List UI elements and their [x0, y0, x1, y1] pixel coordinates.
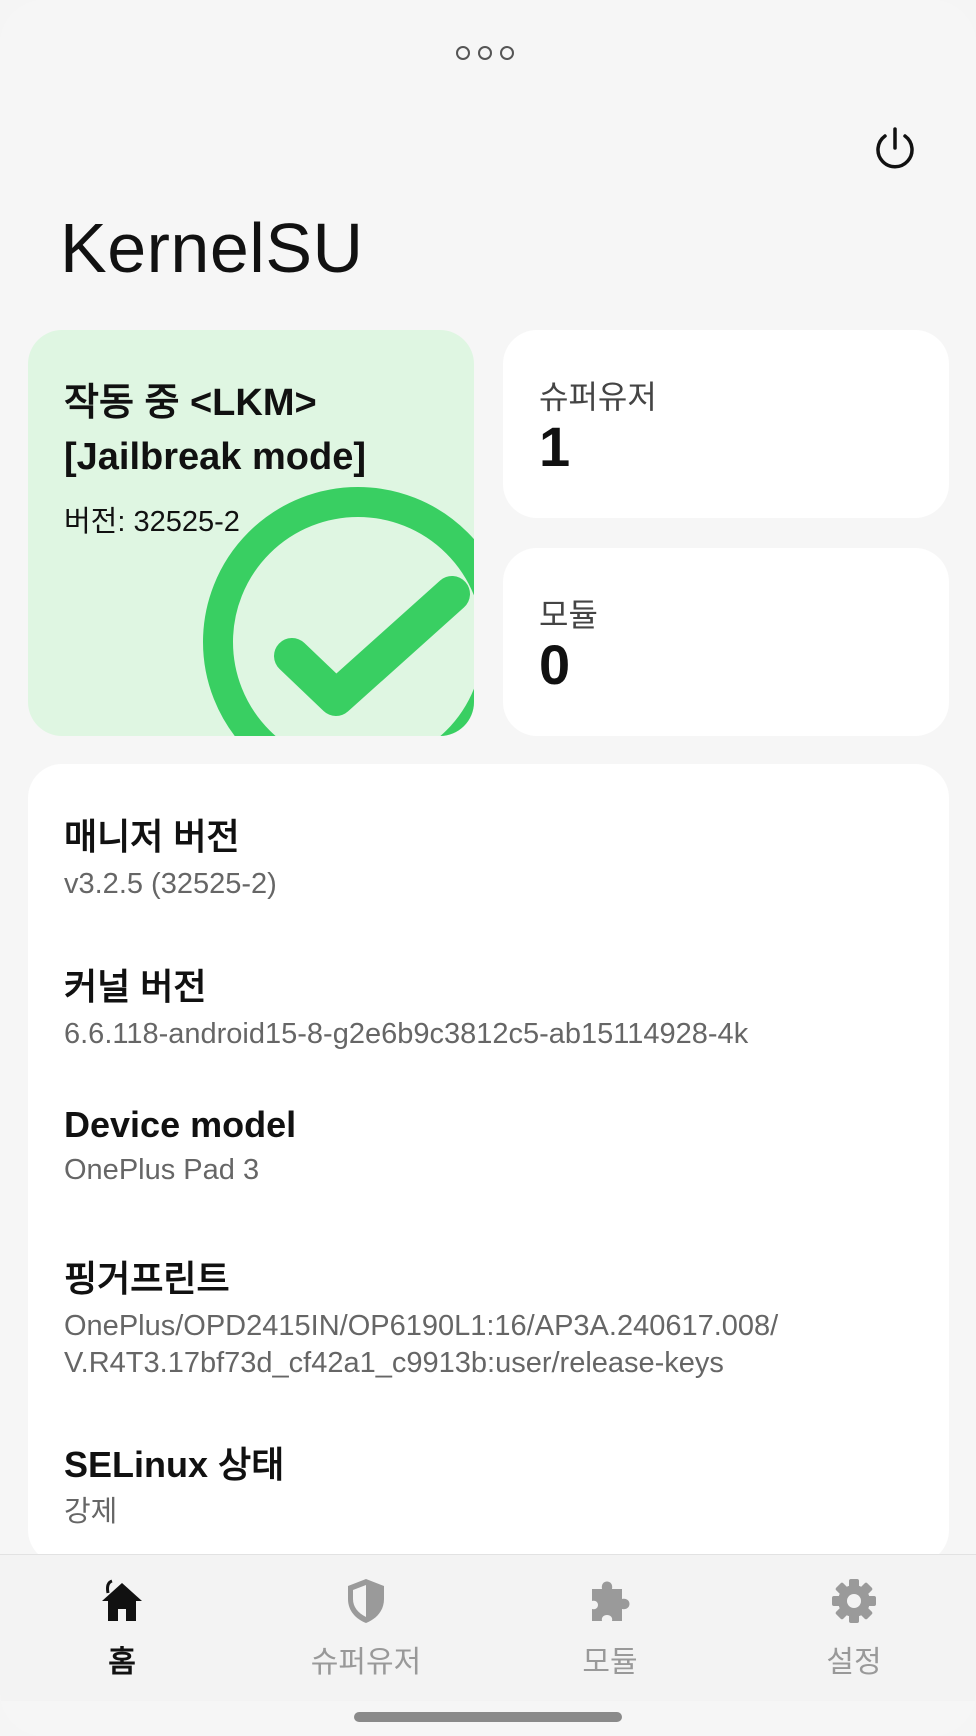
nav-home[interactable]: 홈 [22, 1555, 222, 1701]
kernel-version-label: 커널 버전 [64, 966, 207, 1007]
status-card[interactable]: 작동 중 <LKM> [Jailbreak mode] 버전: 32525-2 [28, 330, 474, 736]
home-indicator[interactable] [354, 1712, 622, 1722]
fingerprint-value: OnePlus/OPD2415IN/OP6190L1:16/AP3A.24061… [64, 1310, 779, 1379]
nav-home-label: 홈 [108, 1646, 136, 1679]
superuser-count: 1 [539, 415, 571, 478]
kernel-version-value: 6.6.118-android15-8-g2e6b9c3812c5-ab1511… [64, 1018, 749, 1050]
gear-icon [832, 1579, 876, 1623]
nav-module-label: 모듈 [582, 1646, 638, 1679]
power-icon[interactable] [870, 124, 920, 174]
shield-icon [348, 1579, 384, 1623]
home-icon [102, 1579, 142, 1621]
device-model-value: OnePlus Pad 3 [64, 1154, 260, 1186]
manager-version-item: 매니저 버전 v3.2.5 (32525-2) [64, 808, 277, 903]
nav-settings-label: 설정 [826, 1646, 882, 1679]
fingerprint-label: 핑거프린트 [64, 1258, 230, 1299]
kernel-version-item: 커널 버전 6.6.118-android15-8-g2e6b9c3812c5-… [64, 958, 748, 1053]
superuser-label: 슈퍼유저 [539, 379, 657, 415]
manager-version-label: 매니저 버전 [64, 816, 240, 857]
nav-superuser[interactable]: 슈퍼유저 [266, 1555, 466, 1701]
module-count: 0 [539, 633, 571, 696]
selinux-value: 강제 [64, 1496, 118, 1528]
app-title: KernelSU [60, 209, 364, 287]
puzzle-icon [592, 1581, 630, 1621]
selinux-item: SELinux 상태 강제 [64, 1436, 284, 1531]
selinux-label: SELinux 상태 [64, 1444, 285, 1485]
info-card: 매니저 버전 v3.2.5 (32525-2) 커널 버전 6.6.118-an… [28, 764, 949, 1564]
superuser-card[interactable]: 슈퍼유저 1 [503, 330, 949, 518]
manager-version-value: v3.2.5 (32525-2) [64, 868, 277, 900]
screen: KernelSU 작동 중 <LKM> [Jailbreak mode] 버전:… [0, 0, 976, 1736]
module-card[interactable]: 모듈 0 [503, 548, 949, 736]
status-version: 버전: 32525-2 [64, 506, 240, 538]
more-options-icon[interactable] [456, 46, 514, 60]
nav-settings[interactable]: 설정 [754, 1555, 954, 1701]
device-model-item: Device model OnePlus Pad 3 [64, 1104, 296, 1189]
nav-superuser-label: 슈퍼유저 [310, 1646, 422, 1679]
fingerprint-item: 핑거프린트 OnePlus/OPD2415IN/OP6190L1:16/AP3A… [64, 1250, 778, 1382]
bottom-navigation: 홈 슈퍼유저 모듈 설정 [0, 1554, 976, 1701]
nav-module[interactable]: 모듈 [510, 1555, 710, 1701]
device-model-label: Device model [64, 1104, 297, 1145]
status-title: 작동 중 <LKM> [Jailbreak mode] [64, 382, 366, 478]
module-label: 모듈 [539, 597, 598, 633]
